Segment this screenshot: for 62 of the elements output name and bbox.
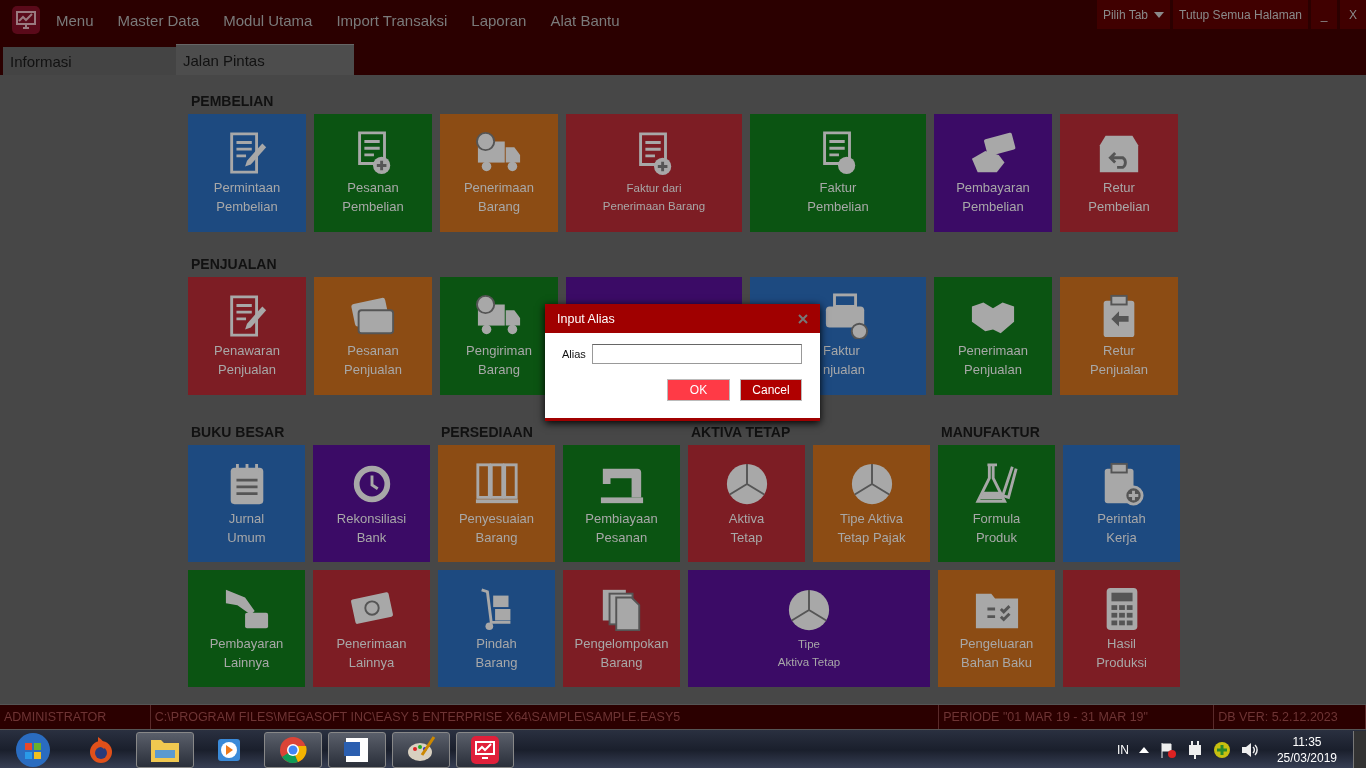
field-label: Alias — [562, 348, 586, 360]
shortcut-tile[interactable]: Pindah Barang — [438, 570, 555, 687]
taskbar-app[interactable] — [456, 732, 514, 768]
shortcut-tile[interactable]: Pembayaran Lainnya — [188, 570, 305, 687]
tab[interactable]: Jalan Pintas — [176, 44, 354, 75]
chart-icon — [471, 736, 499, 764]
dialog-title: Input Alias — [557, 311, 615, 326]
shortcut-tile[interactable]: Jurnal Umum — [188, 445, 305, 562]
speaker-icon[interactable] — [1240, 742, 1259, 758]
plus-circle-icon[interactable] — [1212, 741, 1231, 759]
shortcut-tile[interactable]: Penerimaan Lainnya — [313, 570, 430, 687]
shortcut-tile[interactable]: Pengelompokan Barang — [563, 570, 680, 687]
chart-icon — [12, 6, 40, 34]
menu-item[interactable]: Import Transaksi — [324, 11, 460, 29]
shortcut-tile[interactable]: Tipe Aktiva Tetap Pajak — [813, 445, 930, 562]
shortcut-tile[interactable]: Faktur Pembelian — [750, 114, 926, 232]
shortcut-tile[interactable]: Formula Produk — [938, 445, 1055, 562]
taskbar-app[interactable] — [392, 732, 450, 768]
menu-item[interactable]: Menu — [44, 11, 106, 29]
shortcut-tile[interactable]: Penerimaan Penjualan — [934, 277, 1052, 395]
shortcut-tile[interactable]: Pesanan Penjualan — [314, 277, 432, 395]
menu-item[interactable]: Modul Utama — [211, 11, 325, 29]
shortcut-tile[interactable]: Perintah Kerja — [1063, 445, 1180, 562]
caret-icon[interactable] — [1138, 747, 1149, 753]
flag-icon[interactable] — [1158, 741, 1177, 759]
shortcut-tile[interactable]: Penawaran Penjualan — [188, 277, 306, 395]
tab-picker-button[interactable]: Pilih Tab — [1096, 0, 1171, 29]
toolbar-button[interactable]: _ — [1311, 0, 1337, 29]
menu-item[interactable]: Laporan — [459, 11, 539, 29]
caret-icon — [1154, 11, 1165, 18]
toolbar-button[interactable]: Tutup Semua Halaman — [1173, 0, 1308, 29]
shortcut-tile[interactable]: Pengiriman Barang — [440, 277, 558, 395]
ok-button[interactable]: OK — [667, 379, 730, 401]
shortcut-tile[interactable]: Penerimaan Barang — [440, 114, 558, 232]
shortcut-tile[interactable]: Hasil Produksi — [1063, 570, 1180, 687]
toolbar-button[interactable]: X — [1340, 0, 1366, 29]
show-desktop-button[interactable] — [1353, 731, 1366, 768]
cancel-button[interactable]: Cancel — [740, 379, 802, 401]
taskbar-app[interactable] — [264, 732, 322, 768]
play-icon — [215, 736, 243, 764]
shortcut-tile[interactable]: Faktur dari Penerimaan Barang — [566, 114, 742, 232]
taskbar-app[interactable] — [136, 732, 194, 768]
clock-date: 25/03/2019 — [1276, 750, 1337, 766]
shortcut-tile[interactable]: Pengeluaran Bahan Baku — [938, 570, 1055, 687]
menu-item[interactable]: Master Data — [105, 11, 212, 29]
shortcut-tile[interactable]: Tipe Aktiva Tetap — [688, 570, 930, 687]
shortcut-tile[interactable]: Penyesuaian Barang — [438, 445, 555, 562]
menu-item[interactable]: Alat Bantu — [538, 11, 632, 29]
shortcut-tile[interactable]: Aktiva Tetap — [688, 445, 805, 562]
clock-time: 11:35 — [1292, 734, 1322, 750]
shortcut-tile[interactable]: Pesanan Pembelian — [314, 114, 432, 232]
alias-field[interactable] — [591, 344, 802, 364]
shortcut-tile[interactable]: Pembayaran Pembelian — [934, 114, 1052, 232]
shortcut-tile[interactable]: Permintaan Pembelian — [188, 114, 306, 232]
shortcut-tile[interactable]: Rekonsiliasi Bank — [313, 445, 430, 562]
shortcut-tile[interactable]: Retur Penjualan — [1060, 277, 1178, 395]
taskbar-app[interactable] — [328, 732, 386, 768]
round-browser-icon — [278, 735, 308, 765]
shortcut-tile[interactable]: Pembiayaan Pesanan — [563, 445, 680, 562]
language-indicator[interactable]: IN — [1116, 743, 1129, 757]
plug-icon[interactable] — [1186, 741, 1203, 759]
shortcut-tile[interactable]: Retur Pembelian — [1060, 114, 1178, 232]
